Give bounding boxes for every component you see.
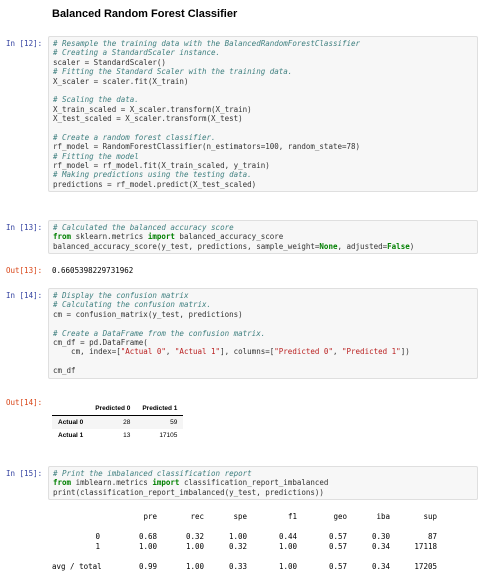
- row-label: Actual 1: [58, 432, 84, 439]
- report-cell: 17205: [414, 562, 437, 571]
- code-line: from sklearn.metrics import balanced_acc…: [53, 232, 284, 242]
- code-line: # Calculating the confusion matrix.: [53, 300, 212, 310]
- report-header: sup: [423, 512, 437, 521]
- table-row: Actual 1 13 17105: [52, 429, 183, 442]
- report-cell: 0.30: [371, 532, 390, 541]
- code-line: cm, index=["Actual 0", "Actual 1"], colu…: [53, 347, 410, 357]
- report-cell: 1.00: [228, 532, 247, 541]
- code-line: cm_df = pd.DataFrame(: [53, 337, 148, 347]
- code-line: cm = confusion_matrix(y_test, prediction…: [53, 309, 243, 319]
- report-cell: 0.57: [328, 542, 347, 551]
- output-prompt: Out[14]:: [6, 398, 43, 407]
- report-cell: 0.99: [138, 562, 157, 571]
- report-cell: 87: [427, 532, 437, 541]
- code-line: # Creating a StandardScaler instance.: [53, 48, 221, 58]
- code-line: rf_model = rf_model.fit(X_train_scaled, …: [53, 161, 270, 171]
- classification-report: pre rec spe f1 geo iba sup 0 0.68 0.32 1.00 0.44 0.5…: [52, 512, 476, 582]
- report-cell: 0.32: [228, 542, 247, 551]
- report-header: pre: [143, 512, 157, 521]
- report-row-label: 0: [95, 532, 100, 541]
- table-cell: 17105: [159, 432, 178, 439]
- code-line: # Fitting the model: [53, 151, 139, 161]
- code-line: from imblearn.metrics import classificat…: [53, 478, 329, 488]
- report-header: rec: [190, 512, 204, 521]
- report-row-label: 1: [95, 542, 100, 551]
- report-row-label: avg / total: [52, 562, 102, 571]
- report-cell: 1.00: [185, 542, 204, 551]
- report-cell: 0.32: [185, 532, 204, 541]
- code-input[interactable]: # Print the imbalanced classification re…: [48, 466, 478, 501]
- report-header: spe: [233, 512, 247, 521]
- report-cell: 1.00: [278, 542, 297, 551]
- code-line: # Fitting the Standard Scaler with the t…: [53, 67, 293, 77]
- code-line: # Scaling the data.: [53, 95, 139, 105]
- code-line: # Calculated the balanced accuracy score: [53, 223, 234, 232]
- report-cell: 0.34: [371, 542, 390, 551]
- report-cell: 1.00: [278, 562, 297, 571]
- code-line: # Create a random forest classifier.: [53, 132, 216, 142]
- input-prompt: In [14]:: [6, 291, 43, 300]
- input-prompt: In [12]:: [6, 39, 43, 48]
- code-line: X_train_scaled = X_scaler.transform(X_tr…: [53, 104, 252, 114]
- code-input[interactable]: # Calculated the balanced accuracy score…: [48, 220, 478, 255]
- notebook-title: Balanced Random Forest Classifier: [52, 8, 238, 20]
- code-line: X_scaler = scaler.fit(X_train): [53, 76, 189, 86]
- report-cell: 1.00: [185, 562, 204, 571]
- report-cell: 0.57: [328, 562, 347, 571]
- code-line: # Create a DataFrame from the confusion …: [53, 328, 266, 338]
- code-line: balanced_accuracy_score(y_test, predicti…: [53, 241, 415, 251]
- code-line: print(classification_report_imbalanced(y…: [53, 487, 324, 497]
- table-cell: 59: [170, 419, 178, 426]
- code-input[interactable]: # Resample the training data with the Ba…: [48, 36, 478, 193]
- code-line: # Making predictions using the testing d…: [53, 170, 252, 180]
- report-cell: 0.34: [371, 562, 390, 571]
- confusion-matrix-table: Predicted 0 Predicted 1 Actual 0 28 59 A…: [52, 402, 184, 442]
- cell-output: 0.6605398229731962: [52, 266, 134, 275]
- code-line: rf_model = RandomForestClassifier(n_esti…: [53, 142, 361, 152]
- output-prompt: Out[13]:: [6, 266, 43, 275]
- code-line: # Resample the training data with the Ba…: [53, 39, 361, 48]
- code-line: predictions = rf_model.predict(X_test_sc…: [53, 179, 257, 189]
- table-cell: 28: [123, 419, 131, 426]
- table-header: Predicted 0: [89, 402, 137, 416]
- input-prompt: In [15]:: [6, 469, 43, 478]
- input-prompt: In [13]:: [6, 223, 43, 232]
- report-header: geo: [333, 512, 347, 521]
- table-header: Predicted 1: [136, 402, 184, 416]
- report-cell: 0.68: [138, 532, 157, 541]
- code-input[interactable]: # Display the confusion matrix # Calculat…: [48, 288, 478, 379]
- report-header: iba: [376, 512, 390, 521]
- report-cell: 0.57: [328, 532, 347, 541]
- report-cell: 17118: [414, 542, 437, 551]
- code-line: # Display the confusion matrix: [53, 291, 189, 300]
- code-line: X_test_scaled = X_scaler.transform(X_tes…: [53, 114, 243, 124]
- table-header: [52, 402, 90, 416]
- report-header: f1: [287, 512, 297, 521]
- row-label: Actual 0: [58, 419, 84, 426]
- report-cell: 0.44: [278, 532, 297, 541]
- report-cell: 1.00: [138, 542, 157, 551]
- report-cell: 0.33: [228, 562, 247, 571]
- table-row: Actual 0 28 59: [52, 415, 184, 429]
- code-line: # Print the imbalanced classification re…: [53, 469, 252, 478]
- table-cell: 13: [123, 432, 131, 439]
- code-line: scaler = StandardScaler(): [53, 57, 166, 67]
- code-line: cm_df: [53, 366, 76, 376]
